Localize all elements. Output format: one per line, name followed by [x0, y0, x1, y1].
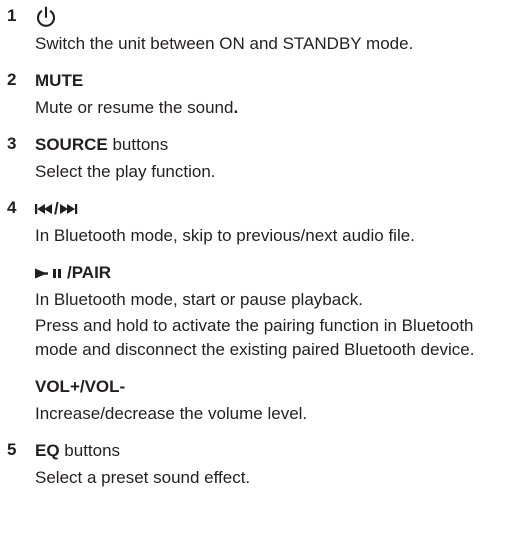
list-item-eq: 5 EQ buttons Select a preset sound effec…	[7, 438, 507, 490]
item-title-suffix: buttons	[59, 441, 121, 460]
item-number: 3	[7, 134, 17, 153]
power-icon	[35, 6, 57, 28]
item-number: 4	[7, 198, 17, 217]
item-heading: EQ buttons	[35, 438, 507, 464]
item-number: 1	[7, 6, 17, 25]
sub-item-heading: VOL+/VOL-	[35, 377, 126, 396]
icon-separator: /	[54, 199, 59, 218]
description-period: .	[233, 98, 239, 117]
item-heading: SOURCE buttons	[35, 132, 507, 158]
item-title: SOURCE	[35, 135, 108, 154]
controls-list: 1 Switch the unit between ON and STANDBY…	[7, 4, 507, 490]
item-description: Switch the unit between ON and STANDBY m…	[35, 34, 414, 53]
item-title: EQ	[35, 441, 60, 460]
item-description: Select the play function.	[35, 162, 216, 181]
sub-item-play-pause-pair: /PAIR In Bluetooth mode, start or pause …	[35, 260, 507, 362]
sub-item-volume: VOL+/VOL- Increase/decrease the volume l…	[35, 374, 507, 426]
list-item-source: 3 SOURCE buttons Select the play functio…	[7, 132, 507, 184]
item-description: Mute or resume the sound.	[35, 96, 507, 120]
list-item-mute: 2 MUTE Mute or resume the sound.	[7, 68, 507, 120]
item-heading	[35, 4, 507, 30]
list-item-power: 1 Switch the unit between ON and STANDBY…	[7, 4, 507, 56]
sub-item-description: In Bluetooth mode, start or pause playba…	[35, 290, 363, 309]
item-title-suffix: buttons	[107, 135, 169, 154]
sub-item-title: /PAIR	[67, 263, 112, 282]
item-description: In Bluetooth mode, skip to previous/next…	[35, 226, 415, 245]
sub-item-heading: /PAIR	[35, 260, 507, 286]
sub-item-description: Increase/decrease the volume level.	[35, 404, 308, 423]
play-pause-icon	[35, 268, 67, 279]
item-number: 5	[7, 440, 17, 459]
item-description: Select a preset sound effect.	[35, 468, 251, 487]
sub-item-description: Press and hold to activate the pairing f…	[35, 316, 475, 359]
next-icon	[59, 204, 78, 214]
previous-icon	[35, 204, 53, 214]
description-text: Mute or resume the sound	[35, 98, 234, 117]
item-number: 2	[7, 70, 17, 89]
list-item-playback-controls: 4 / In Bluetooth mode, skip to previous/…	[7, 196, 507, 426]
item-heading: /	[35, 196, 507, 222]
item-heading: MUTE	[35, 71, 84, 90]
